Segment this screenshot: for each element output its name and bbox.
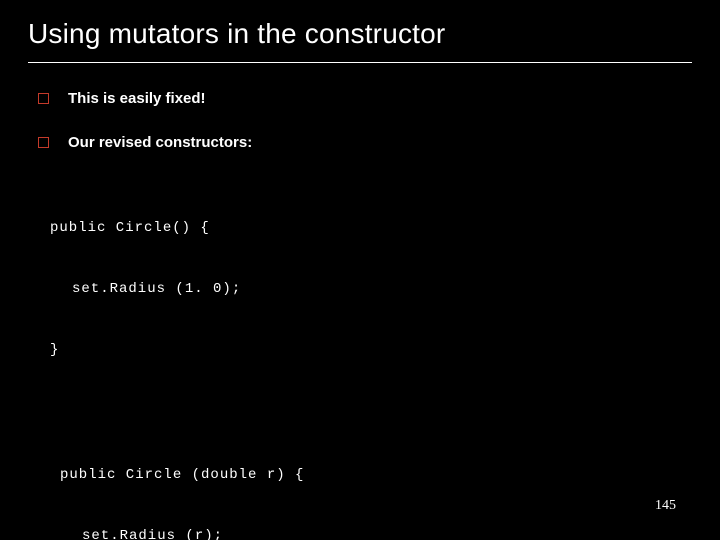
slide-title: Using mutators in the constructor (28, 18, 692, 63)
code-block-1: public Circle() { set.Radius (1. 0); } (50, 178, 692, 401)
code-line: public Circle (double r) { (60, 465, 692, 485)
slide: Using mutators in the constructor This i… (0, 0, 720, 540)
code-line: set.Radius (r); (60, 526, 692, 540)
bullet-item: This is easily fixed! (34, 89, 692, 109)
code-line: public Circle() { (50, 218, 692, 238)
code-line: set.Radius (1. 0); (50, 279, 692, 299)
code-line: } (50, 340, 692, 360)
code-block-2: public Circle (double r) { set.Radius (r… (60, 425, 692, 540)
page-number: 145 (655, 498, 676, 514)
bullet-item: Our revised constructors: (34, 133, 692, 153)
bullet-list: This is easily fixed! Our revised constr… (28, 89, 692, 154)
